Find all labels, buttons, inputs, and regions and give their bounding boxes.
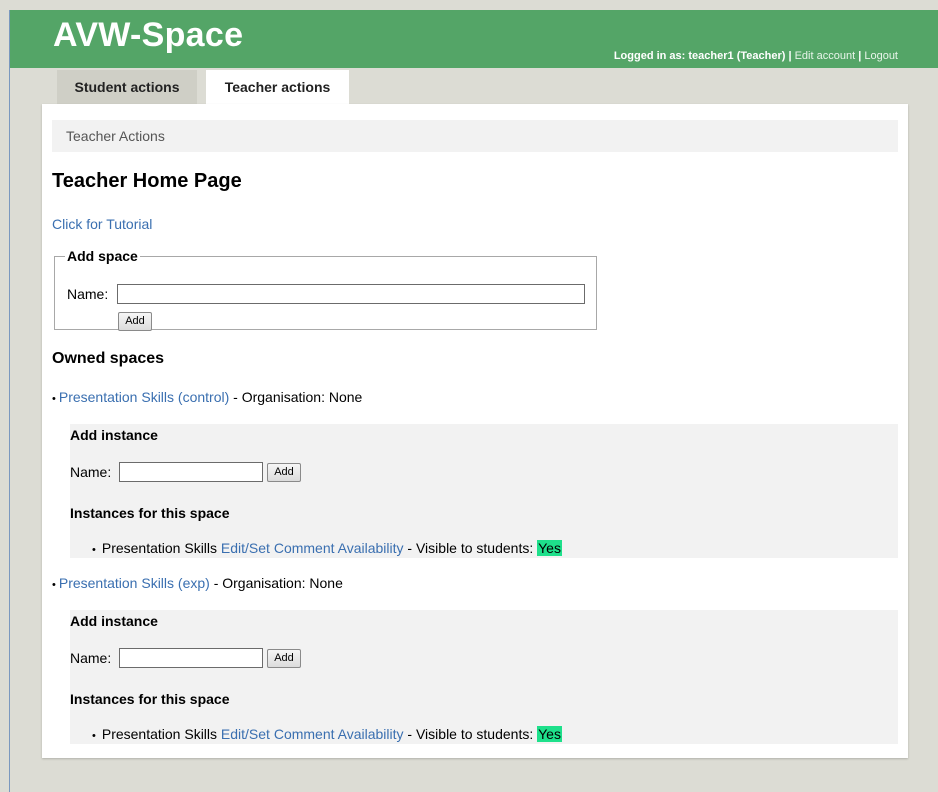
instance-name: Presentation Skills [101, 726, 218, 742]
main-content: Teacher Actions Teacher Home Page Click … [42, 104, 908, 758]
add-instance-button[interactable]: Add [267, 463, 301, 482]
add-space-legend: Add space [67, 248, 138, 264]
instance-item: • Presentation Skills Edit/Set Comment Av… [92, 726, 562, 742]
visible-status-badge: Yes [537, 726, 562, 742]
add-instance-title: Add instance [70, 427, 158, 443]
space-panel: Add instance Name: Add Instances for thi… [70, 424, 898, 558]
logout-link[interactable]: Logout [864, 50, 898, 62]
window-left-border [9, 10, 10, 792]
add-space-form: Add space Name: Add [54, 248, 597, 331]
edit-account-link[interactable]: Edit account [795, 50, 856, 62]
login-status: Logged in as: teacher1 (Teacher) | Edit … [614, 50, 898, 62]
space-link-exp[interactable]: Presentation Skills (exp) [59, 575, 210, 591]
add-instance-title: Add instance [70, 613, 158, 629]
page-title: Teacher Home Page [52, 170, 242, 192]
instance-name-label: Name: [70, 464, 112, 480]
space-organisation: - Organisation: None [229, 389, 363, 405]
visible-label: - Visible to students: [403, 726, 538, 742]
instance-name: Presentation Skills [101, 540, 218, 556]
space-name-label: Name: [67, 286, 109, 302]
bullet: • [92, 544, 96, 556]
tab-teacher-actions[interactable]: Teacher actions [206, 70, 349, 104]
instances-title: Instances for this space [70, 691, 230, 707]
edit-comment-availability-link[interactable]: Edit/Set Comment Availability [221, 540, 404, 556]
space-item: • Presentation Skills (control) - Organis… [52, 389, 362, 405]
bullet: • [52, 579, 56, 591]
add-instance-button[interactable]: Add [267, 649, 301, 668]
space-item: • Presentation Skills (exp) - Organisatio… [52, 575, 343, 591]
bullet: • [92, 730, 96, 742]
tutorial-link[interactable]: Click for Tutorial [52, 216, 152, 232]
app-header: AVW-Space Logged in as: teacher1 (Teache… [10, 10, 938, 68]
owned-spaces-title: Owned spaces [52, 350, 165, 367]
visible-label: - Visible to students: [403, 540, 538, 556]
instance-item: • Presentation Skills Edit/Set Comment Av… [92, 540, 562, 556]
instance-name-label: Name: [70, 650, 112, 666]
visible-status-badge: Yes [537, 540, 562, 556]
login-separator: | [855, 50, 865, 62]
tab-student-actions[interactable]: Student actions [57, 70, 197, 104]
app-title: AVW-Space [53, 16, 244, 54]
bullet: • [52, 393, 56, 405]
breadcrumb: Teacher Actions [52, 120, 898, 152]
instances-title: Instances for this space [70, 505, 230, 521]
instance-name-input[interactable] [119, 462, 263, 482]
edit-comment-availability-link[interactable]: Edit/Set Comment Availability [221, 726, 404, 742]
instance-name-input[interactable] [119, 648, 263, 668]
space-name-input[interactable] [117, 284, 585, 304]
space-link-control[interactable]: Presentation Skills (control) [59, 389, 229, 405]
add-space-button[interactable]: Add [118, 312, 152, 331]
space-organisation: - Organisation: None [209, 575, 343, 591]
space-panel: Add instance Name: Add Instances for thi… [70, 610, 898, 744]
logged-in-text: Logged in as: teacher1 (Teacher) | [613, 50, 795, 62]
